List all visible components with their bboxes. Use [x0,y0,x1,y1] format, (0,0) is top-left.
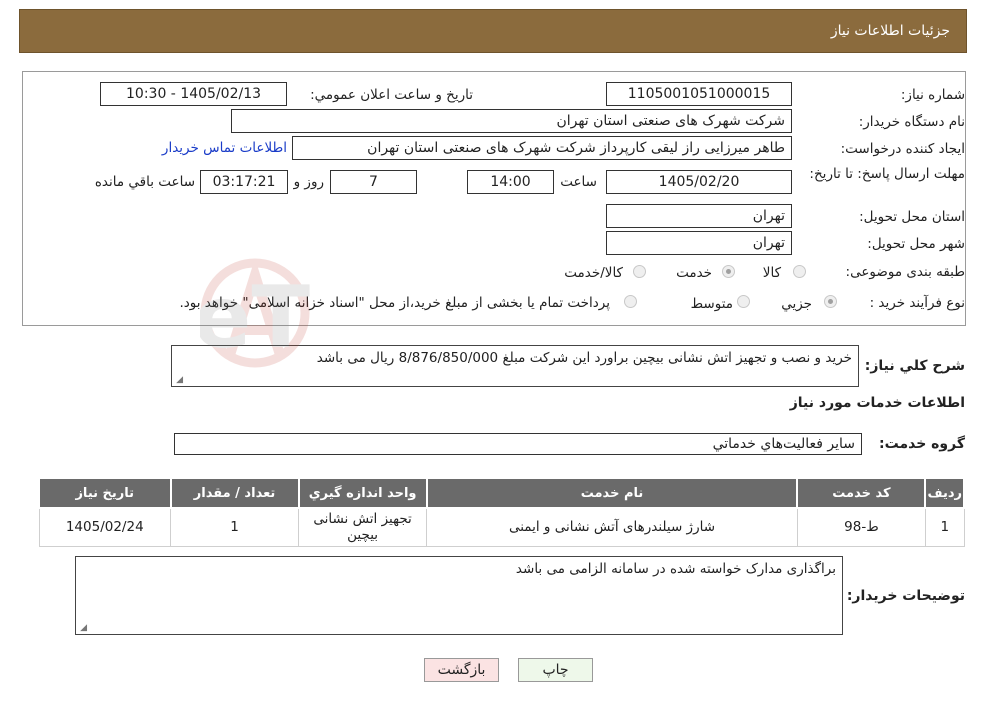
col-header-need-date: تاريخ نياز [38,477,172,509]
remaining-time-field: 03:17:21 [200,170,288,194]
table-row: 1 ط-98 شارژ سیلندرهای آتش نشانی و ایمنی … [38,507,965,547]
process-treasury-checkbox[interactable] [624,295,637,312]
deadline-date-field: 1405/02/20 [606,170,792,194]
summary-text: خرید و نصب و تجهیز اتش نشانی بیچین براور… [316,350,852,366]
col-header-service-code: کد خدمت [796,477,927,509]
cell-quantity: 1 [169,507,300,547]
service-group-field: ساير فعاليت‌هاي خدماتي [174,433,862,455]
col-header-quantity: تعداد / مقدار [169,477,300,509]
deadline-time-label: ساعت [560,174,597,190]
page-header: جزئیات اطلاعات نیاز [19,9,967,53]
print-button[interactable]: چاپ [518,658,593,682]
cell-need-date: 1405/02/24 [38,507,171,547]
announce-date-field: 1405/02/13 - 10:30 [100,82,287,106]
summary-label: شرح کلي نياز: [864,358,965,374]
table-header-row: رديف کد خدمت نام خدمت واحد اندازه گيري ت… [38,477,965,509]
col-header-row-number: رديف [924,477,965,509]
resize-handle-icon[interactable]: ◢ [78,624,87,633]
category-service-label: خدمت [676,265,712,281]
cell-unit: تجهیز اتش نشانی بیچین [298,507,428,547]
city-label: شهر محل تحويل: [867,236,965,252]
services-section-title: اطلاعات خدمات مورد نياز [789,395,965,411]
back-button[interactable]: بازگشت [424,658,499,682]
process-label: نوع فرآيند خريد : [869,295,965,311]
summary-textarea[interactable]: خرید و نصب و تجهیز اتش نشانی بیچین براور… [171,345,859,387]
process-minor-label: جزيي [781,296,812,312]
category-goods-label: کالا [762,265,781,281]
province-label: استان محل تحويل: [859,209,965,225]
process-radio-minor[interactable] [824,295,837,312]
services-table: رديف کد خدمت نام خدمت واحد اندازه گيري ت… [38,477,965,547]
process-radio-medium[interactable] [737,295,750,312]
category-label: طبقه بندی موضوعی: [845,264,965,280]
cell-service-code: ط-98 [796,507,926,547]
deadline-time-field: 14:00 [467,170,554,194]
buyer-notes-text: براگذاری مدارک خواسته شده در سامانه الزا… [515,561,836,577]
creator-field: طاهر میرزایی راز لیقی کارپرداز شرکت شهرک… [292,136,792,160]
buyer-notes-label: توضيحات خريدار: [846,588,965,604]
cell-row-number: 1 [924,507,965,547]
category-radio-goods[interactable] [793,265,806,282]
announce-date-label: تاریخ و ساعت اعلان عمومي: [310,87,473,103]
cell-service-name: شارژ سیلندرهای آتش نشانی و ایمنی [426,507,798,547]
buyer-notes-textarea[interactable]: براگذاری مدارک خواسته شده در سامانه الزا… [75,556,843,635]
buyer-org-field: شرکت شهرک های صنعتی استان تهران [231,109,792,133]
process-medium-label: متوسط [690,296,733,312]
need-number-label: شماره نیاز: [900,87,965,103]
resize-handle-icon[interactable]: ◢ [174,376,183,385]
category-radio-goods-service[interactable] [633,265,646,282]
process-note: پرداخت تمام یا بخشی از مبلغ خرید،از محل … [179,295,610,311]
category-goods-service-label: کالا/خدمت [564,265,623,281]
col-header-service-name: نام خدمت [425,477,799,509]
page-title: جزئیات اطلاعات نیاز [830,23,950,39]
col-header-unit: واحد اندازه گيري [297,477,428,509]
deadline-label: مهلت ارسال پاسخ: تا تاریخ: [809,166,965,182]
days-field: 7 [330,170,417,194]
category-radio-service[interactable] [722,265,735,282]
buyer-contact-link[interactable]: اطلاعات تماس خريدار [162,140,287,156]
creator-label: ايجاد کننده درخواست: [840,141,965,157]
need-number-field: 1105001051000015 [606,82,792,106]
province-field: تهران [606,204,792,228]
service-group-label: گروه خدمت: [879,436,965,452]
buyer-org-label: نام دستگاه خريدار: [858,114,965,130]
city-field: تهران [606,231,792,255]
days-label: روز و [293,174,324,190]
remaining-time-label: ساعت باقي مانده [94,174,195,190]
